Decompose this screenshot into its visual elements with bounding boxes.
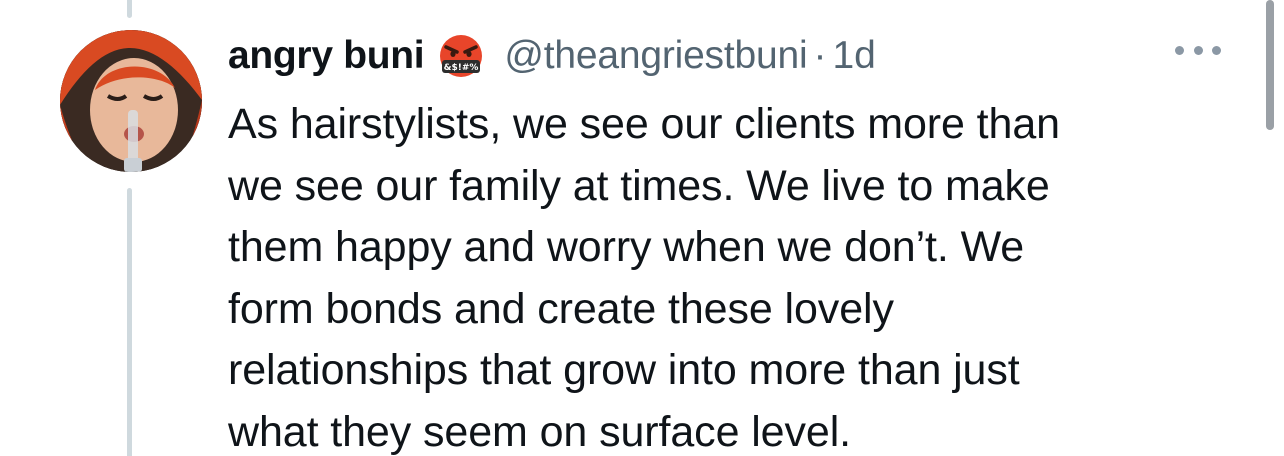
tweet[interactable]: angry buni &$!#% @theangriestbuni · 1d A… <box>0 0 1284 456</box>
more-horizontal-icon[interactable] <box>1175 38 1221 62</box>
tweet-text-line: relationships that grow into more than j… <box>228 346 1020 394</box>
more-dot <box>1193 45 1203 55</box>
thread-line-bottom <box>127 188 132 456</box>
separator-dot: · <box>813 34 827 77</box>
tweet-text-line: form bonds and create these lovely <box>228 284 894 333</box>
tweet-text: As hairstylists, we see our clients more… <box>228 94 1228 456</box>
tweet-header: angry buni &$!#% @theangriestbuni · 1d <box>228 26 876 86</box>
tweet-text-line: As hairstylists, we see our clients more… <box>228 100 1060 148</box>
timestamp[interactable]: 1d <box>832 34 875 78</box>
more-dot <box>1212 45 1221 55</box>
display-name[interactable]: angry buni <box>228 34 425 78</box>
more-dot <box>1175 45 1184 55</box>
scrollbar[interactable] <box>1266 0 1274 130</box>
tweet-text-line: them happy and worry when we don’t. We <box>228 223 1025 271</box>
emoji-symbols-text: &$!#% <box>444 63 479 73</box>
user-handle[interactable]: @theangriestbuni <box>504 34 807 78</box>
face-with-symbols-icon: &$!#% <box>438 33 484 79</box>
tweet-text-line: what they seem on surface level. <box>228 407 852 456</box>
thread-line-top <box>127 0 132 18</box>
avatar[interactable] <box>60 30 202 172</box>
tweet-text-line: we see our family at times. We live to m… <box>228 161 1050 210</box>
